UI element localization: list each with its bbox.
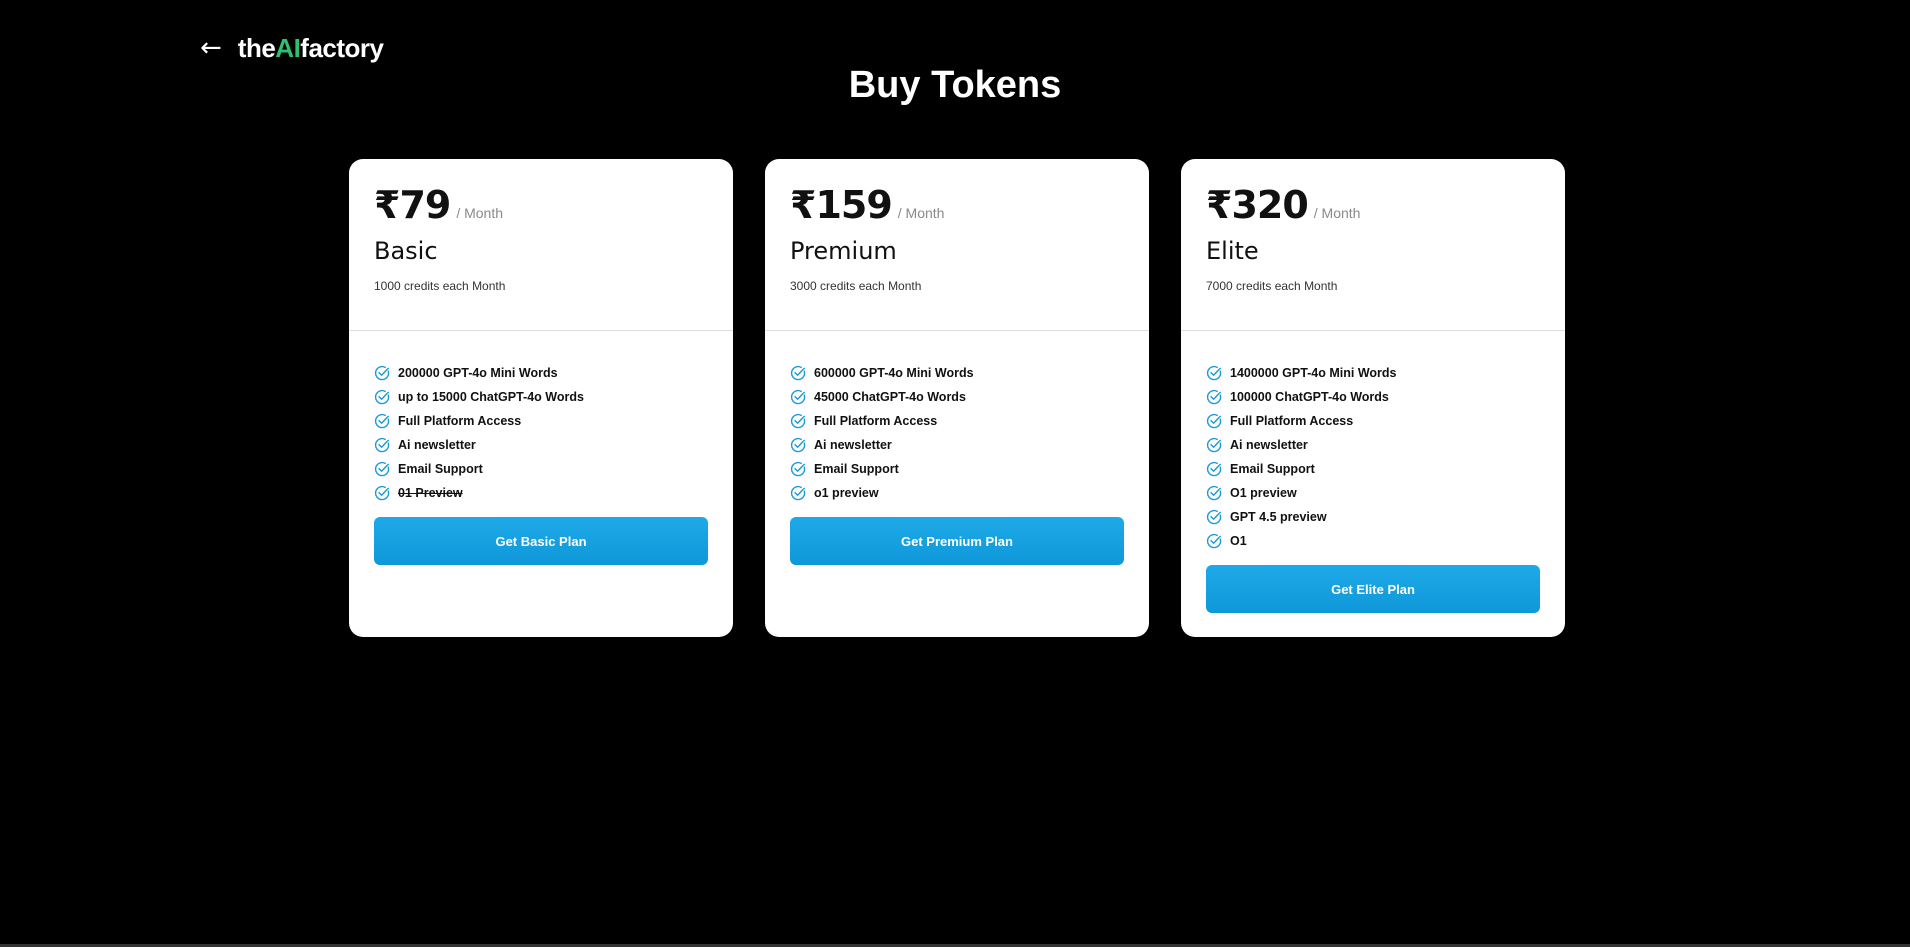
feature-label: Ai newsletter	[814, 438, 892, 452]
check-circle-icon	[790, 485, 806, 501]
feature-item: o1 preview	[790, 481, 1124, 505]
price-row: ₹79 / Month	[374, 183, 708, 227]
feature-label: GPT 4.5 preview	[1230, 510, 1327, 524]
feature-label: 100000 ChatGPT-4o Words	[1230, 390, 1389, 404]
check-circle-icon	[790, 437, 806, 453]
get-premium-plan-button[interactable]: Get Premium Plan	[790, 517, 1124, 565]
plan-period: / Month	[456, 205, 504, 221]
check-circle-icon	[1206, 413, 1222, 429]
check-circle-icon	[374, 413, 390, 429]
plan-period: / Month	[897, 205, 945, 221]
feature-item: O1 preview	[1206, 481, 1540, 505]
feature-item: Ai newsletter	[1206, 433, 1540, 457]
feature-item: Full Platform Access	[790, 409, 1124, 433]
feature-item: Full Platform Access	[374, 409, 708, 433]
feature-item: Email Support	[1206, 457, 1540, 481]
feature-item: up to 15000 ChatGPT-4o Words	[374, 385, 708, 409]
check-circle-icon	[374, 365, 390, 381]
feature-label: up to 15000 ChatGPT-4o Words	[398, 390, 584, 404]
feature-label: O1	[1230, 534, 1247, 548]
check-circle-icon	[1206, 485, 1222, 501]
check-circle-icon	[790, 389, 806, 405]
feature-item: 01 Preview	[374, 481, 708, 505]
feature-list: 1400000 GPT-4o Mini Words 100000 ChatGPT-…	[1181, 331, 1565, 553]
feature-label: O1 preview	[1230, 486, 1297, 500]
plan-price: ₹159	[790, 183, 893, 227]
feature-label: Full Platform Access	[814, 414, 938, 428]
plan-credits: 3000 credits each Month	[790, 279, 922, 293]
feature-item: Email Support	[374, 457, 708, 481]
plan-card-elite: ₹320 / Month Elite 7000 credits each Mon…	[1181, 159, 1565, 637]
check-circle-icon	[790, 365, 806, 381]
plan-header: ₹320 / Month Elite 7000 credits each Mon…	[1181, 159, 1565, 331]
back-arrow-icon[interactable]: ←	[200, 35, 222, 61]
page-title: Buy Tokens	[848, 64, 1062, 106]
plan-name: Elite	[1206, 237, 1259, 265]
feature-item: Ai newsletter	[790, 433, 1124, 457]
check-circle-icon	[1206, 437, 1222, 453]
plan-name: Premium	[790, 237, 897, 265]
plan-card-basic: ₹79 / Month Basic 1000 credits each Mont…	[349, 159, 733, 637]
plan-period: / Month	[1313, 205, 1361, 221]
feature-label: 600000 GPT-4o Mini Words	[814, 366, 974, 380]
plan-card-premium: ₹159 / Month Premium 3000 credits each M…	[765, 159, 1149, 637]
feature-item: O1	[1206, 529, 1540, 553]
feature-label: Ai newsletter	[1230, 438, 1308, 452]
feature-item: Ai newsletter	[374, 433, 708, 457]
feature-label: Email Support	[1230, 462, 1315, 476]
feature-item: 600000 GPT-4o Mini Words	[790, 361, 1124, 385]
feature-label: Ai newsletter	[398, 438, 476, 452]
check-circle-icon	[790, 413, 806, 429]
check-circle-icon	[790, 461, 806, 477]
check-circle-icon	[1206, 461, 1222, 477]
feature-label: Email Support	[398, 462, 483, 476]
feature-label: 45000 ChatGPT-4o Words	[814, 390, 966, 404]
feature-item: Email Support	[790, 457, 1124, 481]
feature-item: 45000 ChatGPT-4o Words	[790, 385, 1124, 409]
feature-label: 1400000 GPT-4o Mini Words	[1230, 366, 1397, 380]
feature-label: Full Platform Access	[1230, 414, 1354, 428]
feature-item: Full Platform Access	[1206, 409, 1540, 433]
plan-header: ₹79 / Month Basic 1000 credits each Mont…	[349, 159, 733, 331]
pricing-cards: ₹79 / Month Basic 1000 credits each Mont…	[349, 159, 1565, 637]
feature-item: 200000 GPT-4o Mini Words	[374, 361, 708, 385]
feature-item: 100000 ChatGPT-4o Words	[1206, 385, 1540, 409]
check-circle-icon	[1206, 389, 1222, 405]
get-elite-plan-button[interactable]: Get Elite Plan	[1206, 565, 1540, 613]
check-circle-icon	[1206, 533, 1222, 549]
check-circle-icon	[374, 485, 390, 501]
feature-list: 200000 GPT-4o Mini Words up to 15000 Chat…	[349, 331, 733, 505]
plan-price: ₹320	[1206, 183, 1309, 227]
feature-label: 01 Preview	[398, 486, 463, 500]
feature-label: o1 preview	[814, 486, 879, 500]
logo-prefix: the	[237, 32, 276, 63]
get-basic-plan-button[interactable]: Get Basic Plan	[374, 517, 708, 565]
feature-label: Full Platform Access	[398, 414, 522, 428]
logo[interactable]: theAIfactory	[238, 33, 384, 64]
top-bar: ← theAIfactory	[200, 28, 384, 68]
logo-suffix: factory	[300, 32, 384, 63]
feature-label: 200000 GPT-4o Mini Words	[398, 366, 558, 380]
logo-ai: AI	[275, 32, 301, 63]
price-row: ₹320 / Month	[1206, 183, 1540, 227]
check-circle-icon	[1206, 365, 1222, 381]
check-circle-icon	[374, 461, 390, 477]
feature-list: 600000 GPT-4o Mini Words 45000 ChatGPT-4o…	[765, 331, 1149, 505]
plan-credits: 1000 credits each Month	[374, 279, 506, 293]
check-circle-icon	[374, 437, 390, 453]
plan-price: ₹79	[374, 183, 451, 227]
plan-header: ₹159 / Month Premium 3000 credits each M…	[765, 159, 1149, 331]
plan-name: Basic	[374, 237, 438, 265]
feature-item: 1400000 GPT-4o Mini Words	[1206, 361, 1540, 385]
check-circle-icon	[374, 389, 390, 405]
plan-credits: 7000 credits each Month	[1206, 279, 1338, 293]
price-row: ₹159 / Month	[790, 183, 1124, 227]
feature-label: Email Support	[814, 462, 899, 476]
check-circle-icon	[1206, 509, 1222, 525]
feature-item: GPT 4.5 preview	[1206, 505, 1540, 529]
